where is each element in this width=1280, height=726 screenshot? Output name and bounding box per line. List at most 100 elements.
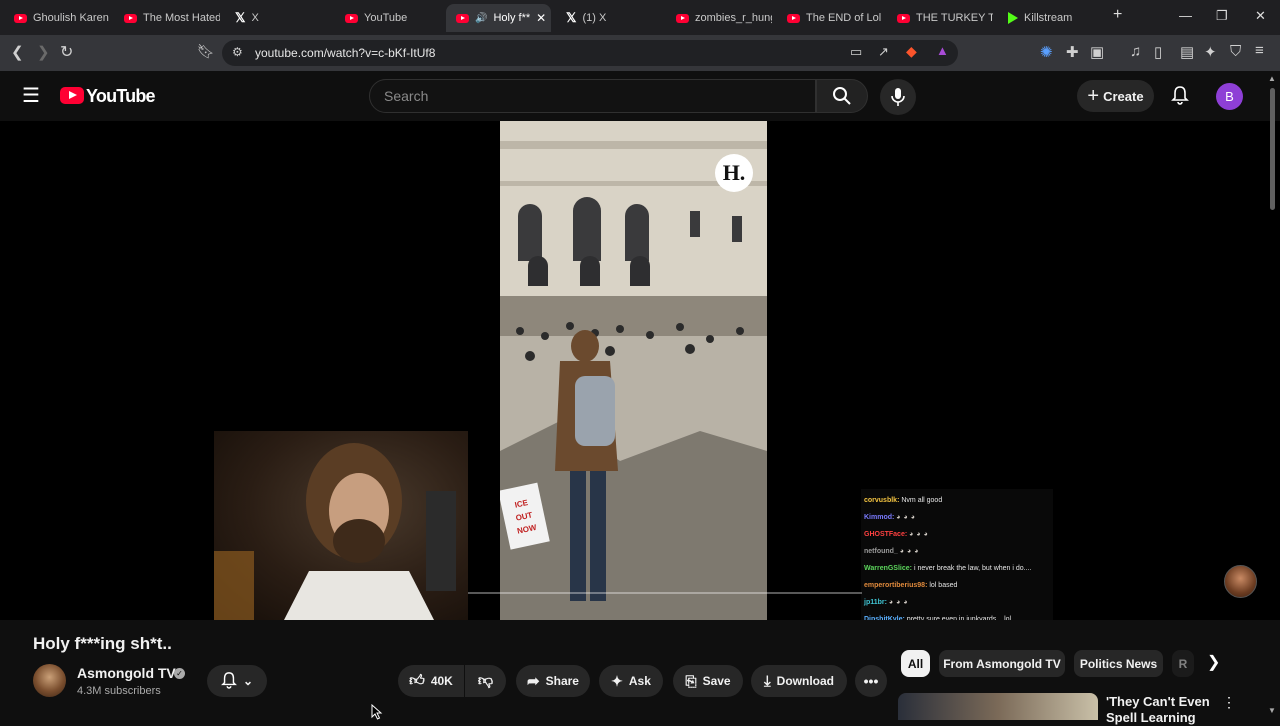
sparkle-icon: ✦ xyxy=(611,672,623,689)
chip-politics-news[interactable]: Politics News xyxy=(1074,650,1163,677)
browser-tab[interactable]: The Most Hated xyxy=(114,4,220,32)
chat-username: Kimmod: xyxy=(864,514,897,521)
browser-tab[interactable]: 𝕏 (1) X xyxy=(556,4,662,32)
scroll-up-icon[interactable]: ▲ xyxy=(1268,74,1276,83)
stream-chat-overlay: corvusblk: Nvm all good Kimmod: ◕ ◕ ◕ GHOSTF… xyxy=(861,489,1053,620)
close-tab-icon[interactable]: ✕ xyxy=(536,11,546,25)
brave-shield-icon[interactable]: ◆ xyxy=(906,43,917,60)
download-button[interactable]: ⤓ Download xyxy=(751,665,847,697)
channel-name[interactable]: Asmongold TV xyxy=(77,665,176,681)
search-button[interactable] xyxy=(816,79,868,113)
browser-tab[interactable]: THE TURKEY TO xyxy=(887,4,993,32)
bookmark-icon[interactable]: 🔖︎ xyxy=(197,43,215,60)
scrollbar-thumb[interactable] xyxy=(1270,88,1275,210)
chat-emote-icon: ◕ xyxy=(909,531,914,538)
chevron-right-icon[interactable]: ❯ xyxy=(1207,652,1220,672)
chat-message: DipshitKyle: pretty sure even in junkyar… xyxy=(864,611,1050,620)
chat-username: jp11br: xyxy=(864,599,889,606)
video-title: Holy f***ing sh*t.. xyxy=(33,634,172,653)
more-actions-button[interactable]: ••• xyxy=(855,665,887,697)
share-button[interactable]: ➦ Share xyxy=(516,665,590,697)
share-arrow-icon: ➦ xyxy=(527,673,540,690)
video-progress-bar[interactable] xyxy=(468,592,862,594)
extensions-puzzle-icon[interactable]: ✚ xyxy=(1066,43,1079,61)
forward-icon[interactable]: ❯ xyxy=(37,43,50,61)
x-icon: 𝕏 xyxy=(566,10,577,25)
chat-emote-icon: ◕ xyxy=(896,599,901,606)
browser-tab[interactable]: The END of Lol xyxy=(777,4,883,32)
create-button[interactable]: + Create xyxy=(1077,80,1154,112)
streamer-face-image xyxy=(214,443,456,620)
reader-icon[interactable]: ▣ xyxy=(1090,43,1104,61)
browser-tab[interactable]: 𝕏X xyxy=(225,4,331,32)
voice-search-button[interactable] xyxy=(880,79,916,115)
video-player[interactable]: ICE OUT NOW H. corvusblk: Nvm all good Ki… xyxy=(0,121,1280,620)
leo-ai-icon[interactable]: ✦ xyxy=(1204,43,1217,61)
browser-tab[interactable]: zombies_r_hung xyxy=(666,4,772,32)
mouse-cursor-icon xyxy=(371,704,383,720)
like-button[interactable]: 👍︎ 40K xyxy=(398,665,464,697)
chat-text: Nvm all good xyxy=(901,497,943,504)
chat-username: WarrenGSlice: xyxy=(864,565,914,572)
chat-username: emperortiberius98: xyxy=(864,582,930,589)
chat-emote-icon: ◕ xyxy=(910,514,915,521)
chat-message: netfound_ ◕ ◕ ◕ xyxy=(864,543,1050,560)
recommended-video-thumbnail[interactable] xyxy=(898,693,1098,720)
youtube-icon xyxy=(676,13,689,23)
chat-message: WarrenGSlice: i never break the law, but… xyxy=(864,560,1050,577)
audio-icon[interactable]: 🔊 xyxy=(475,13,487,24)
brave-rewards-icon[interactable]: ▲ xyxy=(936,43,949,58)
url-text[interactable]: youtube.com/watch?v=c-bKf-ItUf8 xyxy=(255,46,435,60)
more-horizontal-icon: ••• xyxy=(863,673,879,689)
youtube-logo-icon[interactable] xyxy=(60,87,84,104)
chip-truncated[interactable]: R xyxy=(1172,650,1194,677)
new-tab-icon[interactable]: + xyxy=(1113,6,1122,24)
wallet-icon[interactable]: ▤ xyxy=(1180,43,1194,61)
chip-from-channel[interactable]: From Asmongold TV xyxy=(939,650,1065,677)
chat-emote-icon: ◕ xyxy=(888,599,894,606)
subscriber-count: 4.3M subscribers xyxy=(77,685,161,697)
close-window-icon[interactable]: ✕ xyxy=(1255,8,1266,24)
share-icon[interactable]: ↗ xyxy=(878,44,889,60)
save-button[interactable]: ⎘ Save xyxy=(673,665,743,697)
subscription-bell-button[interactable]: ⌄ xyxy=(207,665,267,697)
address-bar[interactable]: ⚙︎ youtube.com/watch?v=c-bKf-ItUf8 ▭ ↗ ◆… xyxy=(222,40,958,66)
plus-icon: + xyxy=(1087,84,1100,107)
vpn-icon[interactable]: ⛉ xyxy=(1230,43,1241,60)
account-avatar[interactable]: B xyxy=(1216,83,1243,110)
reload-icon[interactable]: ↻ xyxy=(60,42,73,62)
browser-tab[interactable]: Ghoulish Karen xyxy=(4,4,110,32)
hamburger-menu-icon[interactable]: ☰ xyxy=(22,83,40,108)
chat-message: corvusblk: Nvm all good xyxy=(864,492,1050,509)
dislike-button[interactable]: 👎︎ xyxy=(465,665,506,697)
browser-tab-active[interactable]: 🔊 Holy f** ✕ xyxy=(446,4,551,32)
youtube-icon xyxy=(124,13,137,23)
back-icon[interactable]: ❮ xyxy=(11,43,24,61)
youtube-icon xyxy=(897,13,910,23)
site-info-icon[interactable]: ⚙︎ xyxy=(232,45,243,59)
minimize-icon[interactable]: — xyxy=(1179,8,1192,23)
browser-tab[interactable]: YouTube xyxy=(335,4,441,32)
floating-channel-avatar[interactable] xyxy=(1224,565,1257,598)
bell-icon xyxy=(221,671,237,692)
restore-icon[interactable]: ❐ xyxy=(1216,8,1228,24)
recommended-video-title[interactable]: 'They Can't Even Spell Learning xyxy=(1106,694,1216,726)
search-box[interactable] xyxy=(369,79,816,113)
youtube-logo-text[interactable]: YouTube xyxy=(86,86,156,107)
chat-emote-icon: ◕ xyxy=(903,514,908,521)
ask-button[interactable]: ✦ Ask xyxy=(599,665,663,697)
extension-icon[interactable]: ✺ xyxy=(1040,43,1053,61)
more-vertical-icon[interactable]: ⋮ xyxy=(1222,694,1236,711)
menu-icon[interactable]: ≡ xyxy=(1255,42,1264,59)
media-icon[interactable]: ♫ xyxy=(1130,43,1141,60)
scroll-down-icon[interactable]: ▼ xyxy=(1268,706,1276,715)
cast-icon[interactable]: ▭ xyxy=(850,44,862,60)
sidebar-icon[interactable]: ▯ xyxy=(1154,43,1162,61)
notifications-bell-icon[interactable] xyxy=(1171,85,1189,110)
channel-avatar[interactable] xyxy=(33,664,66,697)
chat-text: pretty sure even in junkyards... lol xyxy=(906,616,1012,620)
chip-all[interactable]: All xyxy=(901,650,930,677)
browser-tab[interactable]: Killstream xyxy=(998,4,1104,32)
youtube-icon xyxy=(345,13,358,23)
search-input[interactable] xyxy=(384,88,784,104)
